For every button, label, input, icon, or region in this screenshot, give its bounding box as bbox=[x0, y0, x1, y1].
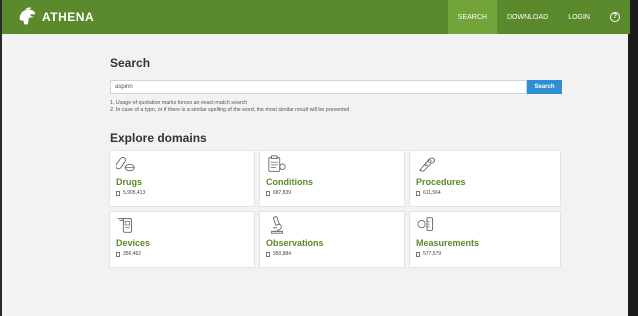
explore-heading: Explore domains bbox=[110, 131, 207, 145]
microscope-icon bbox=[271, 216, 283, 234]
nav-search[interactable]: SEARCH bbox=[447, 0, 497, 34]
nav-download[interactable]: DOWNLOAD bbox=[497, 0, 558, 34]
brand-title: ATHENA bbox=[42, 10, 95, 24]
scalpel-icon bbox=[418, 157, 435, 172]
nav-login[interactable]: LOGIN bbox=[558, 0, 600, 34]
domain-name: Procedures bbox=[416, 177, 466, 187]
main-content: Search Search 1. Usage of quotation mark… bbox=[110, 56, 562, 267]
document-icon bbox=[116, 190, 120, 196]
domain-count: 577,579 bbox=[416, 251, 554, 257]
document-icon bbox=[116, 251, 120, 257]
brand[interactable]: ATHENA bbox=[16, 0, 94, 34]
search-button[interactable]: Search bbox=[527, 80, 562, 94]
domain-count: 5,905,413 bbox=[116, 190, 248, 196]
search-bar: Search bbox=[110, 80, 562, 94]
document-icon bbox=[266, 190, 270, 196]
domain-grid: Drugs 5,905,413 Conditions 687,839 Proce… bbox=[110, 151, 562, 267]
domain-name: Devices bbox=[116, 238, 151, 248]
clipboard-icon bbox=[268, 155, 286, 172]
help-button[interactable]: ? bbox=[600, 0, 630, 34]
document-icon bbox=[266, 251, 270, 257]
search-note: 1. Usage of quotation marks forces an ex… bbox=[110, 100, 248, 106]
search-notes: 1. Usage of quotation marks forces an ex… bbox=[110, 100, 562, 114]
domain-count: 687,839 bbox=[266, 190, 398, 196]
search-input[interactable] bbox=[110, 80, 527, 94]
domain-card-drugs[interactable]: Drugs 5,905,413 bbox=[110, 151, 254, 206]
domain-card-conditions[interactable]: Conditions 687,839 bbox=[260, 151, 404, 206]
device-icon bbox=[117, 218, 132, 233]
domain-name: Conditions bbox=[266, 177, 313, 187]
domain-name: Observations bbox=[266, 238, 324, 248]
main-nav: SEARCH DOWNLOAD LOGIN ? bbox=[447, 0, 630, 34]
document-icon bbox=[416, 251, 420, 257]
domain-card-procedures[interactable]: Procedures 611,564 bbox=[410, 151, 560, 206]
search-heading: Search bbox=[110, 56, 151, 70]
domain-count: 611,564 bbox=[416, 190, 554, 196]
domain-count-value: 950,884 bbox=[273, 251, 292, 257]
domain-name: Measurements bbox=[416, 238, 480, 248]
domain-count-value: 611,564 bbox=[423, 190, 441, 196]
measuring-icon bbox=[417, 217, 433, 231]
domain-count: 356,462 bbox=[116, 251, 248, 257]
top-navigation-bar: ATHENA SEARCH DOWNLOAD LOGIN ? bbox=[2, 0, 630, 34]
help-icon: ? bbox=[610, 12, 620, 22]
domain-count-value: 577,579 bbox=[423, 251, 442, 257]
app-window: ATHENA SEARCH DOWNLOAD LOGIN ? Search Se… bbox=[0, 0, 638, 316]
domain-card-observations[interactable]: Observations 950,884 bbox=[260, 212, 404, 267]
search-note: 2. In case of a typo, or if there is a s… bbox=[110, 107, 350, 113]
domain-count-value: 687,839 bbox=[273, 190, 292, 196]
domain-count-value: 5,905,413 bbox=[123, 190, 146, 196]
domain-card-measurements[interactable]: Measurements 577,579 bbox=[410, 212, 560, 267]
domain-name: Drugs bbox=[116, 177, 143, 187]
domain-count-value: 356,462 bbox=[123, 251, 142, 257]
domain-card-devices[interactable]: Devices 356,462 bbox=[110, 212, 254, 267]
document-icon bbox=[416, 190, 420, 196]
domain-count: 950,884 bbox=[266, 251, 398, 257]
athena-helmet-logo-icon bbox=[19, 7, 36, 25]
pills-icon bbox=[116, 156, 135, 172]
